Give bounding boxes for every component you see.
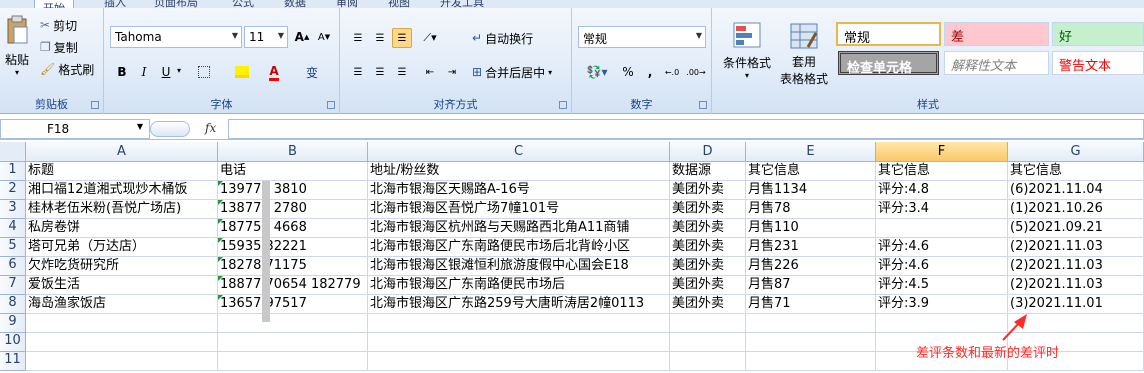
annotation-arrow — [1002, 314, 1027, 341]
